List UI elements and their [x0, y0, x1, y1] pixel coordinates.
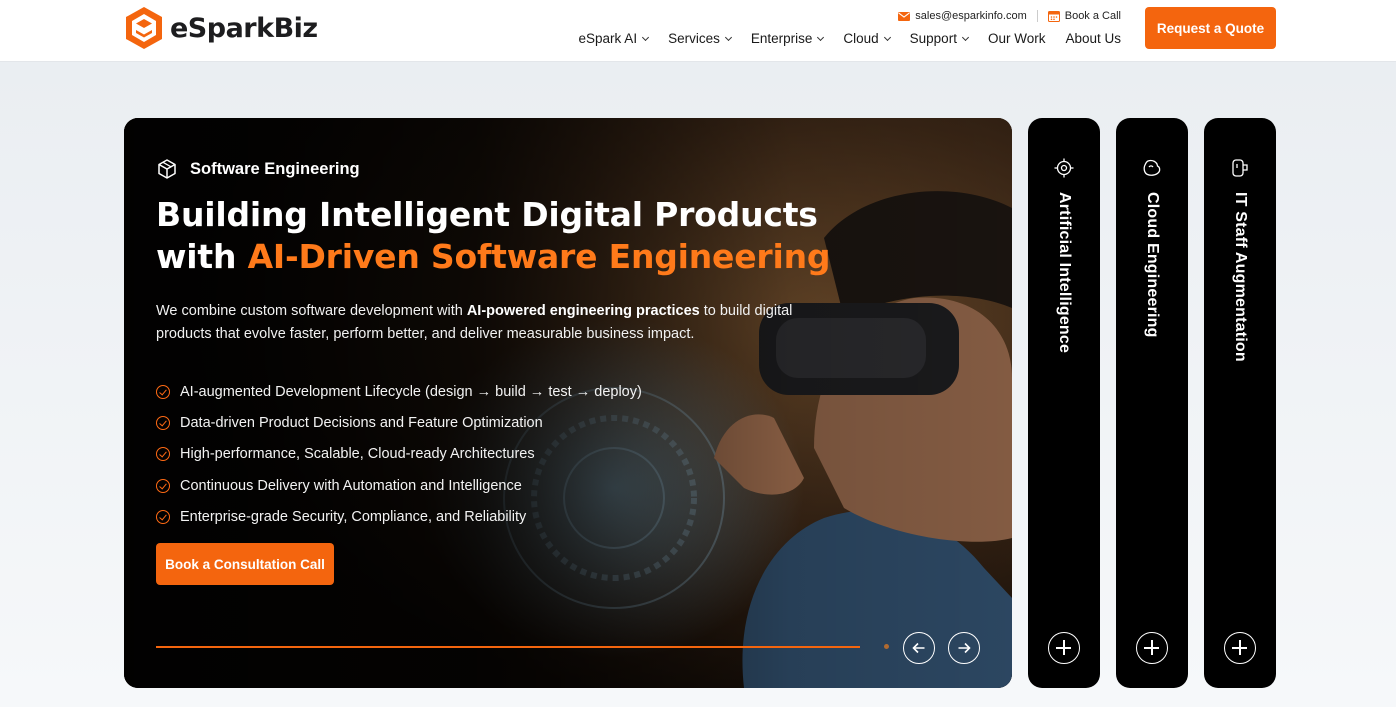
- prev-slide-button[interactable]: [903, 632, 935, 664]
- check-circle-icon: [156, 415, 170, 430]
- lead-bold: AI-powered engineering practices: [466, 303, 700, 319]
- chevron-down-icon: [961, 33, 969, 41]
- chevron-down-icon: [883, 33, 891, 41]
- chevron-down-icon: [817, 33, 825, 41]
- hero-eyebrow: Software Engineering: [156, 158, 856, 180]
- next-slide-button[interactable]: [948, 632, 980, 664]
- check-circle-icon: [156, 478, 170, 493]
- esparkbiz-logo-icon: [126, 7, 162, 49]
- side-card-label: Artificial Intelligence: [1056, 192, 1073, 354]
- check-circle-icon: [156, 509, 170, 524]
- hero-slide: Software Engineering Building Intelligen…: [124, 118, 1012, 688]
- email-link[interactable]: sales@esparkinfo.com: [898, 10, 1027, 22]
- headline-with: with: [156, 237, 248, 276]
- feature-text: Enterprise-grade Security, Compliance, a…: [180, 508, 527, 525]
- top-link-divider: [1036, 10, 1038, 22]
- feature-item: Enterprise-grade Security, Compliance, a…: [156, 501, 856, 532]
- cube-icon: [158, 159, 176, 179]
- feature-list: AI-augmented Development Lifecycle (desi…: [156, 376, 856, 532]
- check-circle-icon: [156, 384, 170, 399]
- feature-item: AI-augmented Development Lifecycle (desi…: [156, 376, 856, 407]
- main-nav: eSpark AI Services Enterprise Cloud Supp…: [579, 31, 1121, 46]
- feature-text: High-performance, Scalable, Cloud-ready …: [180, 446, 535, 463]
- arrow-right-icon: [958, 642, 971, 654]
- request-quote-button[interactable]: Request a Quote: [1145, 7, 1276, 49]
- side-card-it-staff-augmentation[interactable]: IT Staff Augmentation: [1204, 118, 1276, 688]
- book-call-link[interactable]: Book a Call: [1047, 10, 1121, 22]
- slide-progress-bar: [156, 646, 860, 648]
- feature-item: High-performance, Scalable, Cloud-ready …: [156, 439, 856, 470]
- plus-circle-icon[interactable]: [1224, 632, 1256, 664]
- chevron-down-icon: [724, 33, 732, 41]
- feature-text: Data-driven Product Decisions and Featur…: [180, 414, 543, 431]
- arrow-left-icon: [912, 642, 925, 654]
- nav-label: About Us: [1065, 31, 1121, 46]
- plus-circle-icon[interactable]: [1136, 632, 1168, 664]
- staff-icon: [1232, 159, 1248, 177]
- lead-text-1: We combine custom software development w…: [156, 303, 467, 319]
- top-contact-links: sales@esparkinfo.com Book a Call: [898, 10, 1121, 22]
- eyebrow-text: Software Engineering: [190, 159, 360, 178]
- nav-label: Our Work: [987, 31, 1046, 46]
- hero-description: We combine custom software development w…: [156, 300, 836, 346]
- headline-accent: AI-Driven Software Engineering: [247, 237, 831, 276]
- hero-headline: Building Intelligent Digital Products wi…: [156, 194, 856, 278]
- nav-item-our-work[interactable]: Our Work: [988, 31, 1046, 46]
- side-card-label: IT Staff Augmentation: [1232, 192, 1249, 362]
- feature-item: Data-driven Product Decisions and Featur…: [156, 407, 856, 438]
- side-card-artificial-intelligence[interactable]: Artificial Intelligence: [1028, 118, 1100, 688]
- side-card-cloud-engineering[interactable]: Cloud Engineering: [1116, 118, 1188, 688]
- cloud-icon: [1143, 159, 1161, 176]
- brand-name: eSparkBiz: [170, 12, 318, 44]
- email-text: sales@esparkinfo.com: [915, 10, 1027, 22]
- calendar-icon: [1047, 11, 1060, 22]
- nav-label: Cloud: [843, 31, 879, 46]
- nav-label: eSpark AI: [578, 31, 638, 46]
- slide-dot[interactable]: [884, 644, 889, 649]
- hero-content: Software Engineering Building Intelligen…: [156, 158, 856, 532]
- chevron-down-icon: [642, 33, 650, 41]
- nav-item-services[interactable]: Services: [668, 31, 732, 46]
- nav-item-enterprise[interactable]: Enterprise: [750, 31, 825, 46]
- book-call-text: Book a Call: [1064, 10, 1121, 22]
- nav-label: Support: [909, 31, 957, 46]
- nav-item-about-us[interactable]: About Us: [1065, 31, 1121, 46]
- book-consultation-button[interactable]: Book a Consultation Call: [156, 543, 334, 585]
- feature-text: Continuous Delivery with Automation and …: [180, 477, 522, 494]
- mail-icon: [898, 11, 911, 21]
- plus-circle-icon[interactable]: [1048, 632, 1080, 664]
- feature-text: AI-augmented Development Lifecycle (desi…: [180, 383, 642, 400]
- headline-line-1: Building Intelligent Digital Products: [156, 195, 818, 234]
- nav-item-cloud[interactable]: Cloud: [843, 31, 891, 46]
- nav-label: Services: [668, 31, 720, 46]
- check-circle-icon: [156, 447, 170, 462]
- brand-logo[interactable]: eSparkBiz: [124, 6, 318, 50]
- nav-item-espark-ai[interactable]: eSpark AI: [578, 31, 650, 46]
- side-card-label: Cloud Engineering: [1144, 192, 1161, 338]
- top-navigation-bar: eSparkBiz sales@esparkinfo.com Book a Ca…: [0, 0, 1396, 62]
- feature-item: Continuous Delivery with Automation and …: [156, 470, 856, 501]
- nav-label: Enterprise: [750, 31, 813, 46]
- nav-item-support[interactable]: Support: [909, 31, 969, 46]
- chip-icon: [1054, 158, 1074, 178]
